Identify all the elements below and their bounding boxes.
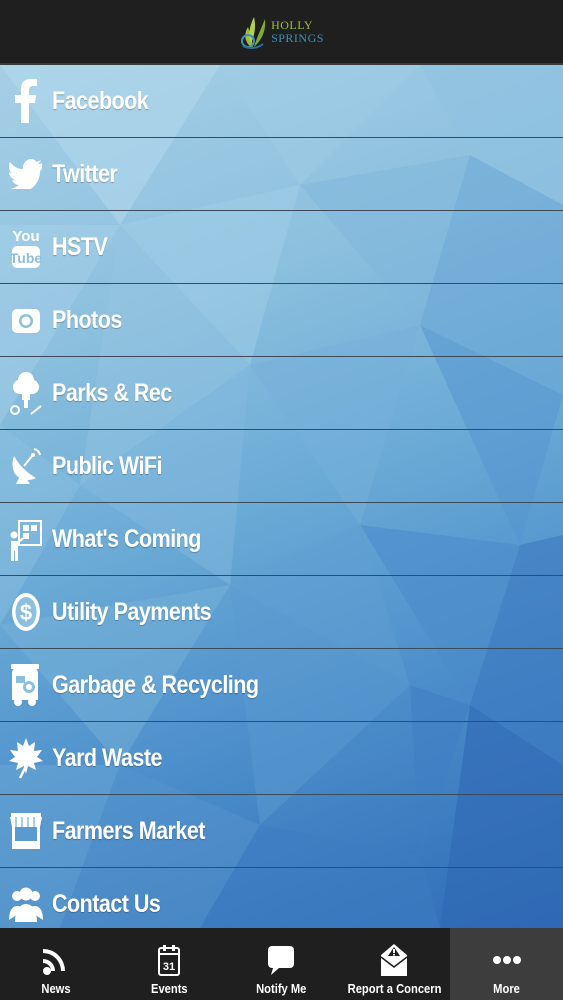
tab-events[interactable]: 31 Events <box>113 928 226 1000</box>
dollar-coin-icon: $ <box>8 590 44 634</box>
people-icon <box>8 882 44 926</box>
facebook-icon <box>8 79 44 123</box>
market-stall-icon <box>8 809 44 853</box>
menu-item-yard-waste[interactable]: Yard Waste <box>0 722 563 795</box>
svg-text:Tube: Tube <box>11 250 41 266</box>
svg-text:$: $ <box>20 600 32 625</box>
menu-item-garbage-recycling[interactable]: Garbage & Recycling <box>0 649 563 722</box>
menu-item-label: Photos <box>52 305 122 334</box>
menu-item-label: HSTV <box>52 232 108 261</box>
menu-item-label: Utility Payments <box>52 597 212 626</box>
tab-report-a-concern[interactable]: Report a Concern <box>338 928 451 1000</box>
menu-item-label: Facebook <box>52 86 149 115</box>
tab-news[interactable]: News <box>0 928 113 1000</box>
tab-label: Notify Me <box>256 981 307 996</box>
menu-item-facebook[interactable]: Facebook <box>0 65 563 138</box>
menu-item-whats-coming[interactable]: What's Coming <box>0 503 563 576</box>
calendar-day: 31 <box>163 961 175 973</box>
presentation-icon <box>8 517 44 561</box>
tab-label: Report a Concern <box>347 981 441 996</box>
envelope-warning-icon <box>380 939 408 981</box>
tree-icon <box>8 371 44 415</box>
menu-item-label: Yard Waste <box>52 743 162 772</box>
holly-springs-logo[interactable]: HOLLY SPRINGS <box>239 13 324 51</box>
logo-line-holly: HOLLY <box>271 17 314 32</box>
leaf-icon <box>8 736 44 780</box>
youtube-icon: You Tube <box>8 225 44 269</box>
menu-panel: Facebook Twitter You Tube HSTV Photos Pa… <box>0 65 563 928</box>
menu-item-label: Farmers Market <box>52 816 205 845</box>
camera-icon <box>8 298 44 342</box>
more-dots-icon <box>492 939 521 981</box>
twitter-icon <box>8 152 44 196</box>
app-header: HOLLY SPRINGS <box>0 0 563 65</box>
menu-item-label: What's Coming <box>52 524 201 553</box>
menu-item-photos[interactable]: Photos <box>0 284 563 357</box>
chat-bubble-icon <box>267 939 295 981</box>
menu-item-label: Public WiFi <box>52 451 163 480</box>
menu-item-parks-rec[interactable]: Parks & Rec <box>0 357 563 430</box>
garbage-truck-icon <box>8 663 44 707</box>
menu-item-label: Garbage & Recycling <box>52 670 259 699</box>
menu-item-utility-payments[interactable]: $ Utility Payments <box>0 576 563 649</box>
menu-list: Facebook Twitter You Tube HSTV Photos Pa… <box>0 65 563 928</box>
logo-text: HOLLY SPRINGS <box>271 17 324 45</box>
tab-label: Events <box>150 981 188 996</box>
calendar-icon: 31 <box>157 939 180 981</box>
logo-line-springs: SPRINGS <box>271 30 324 45</box>
satellite-dish-icon <box>8 444 44 488</box>
rss-icon <box>43 939 69 981</box>
tab-label: News <box>41 981 71 996</box>
logo-leaf-icon <box>241 16 266 49</box>
tab-label: More <box>493 981 521 996</box>
menu-item-label: Twitter <box>52 159 118 188</box>
menu-item-hstv[interactable]: You Tube HSTV <box>0 211 563 284</box>
menu-item-farmers-market[interactable]: Farmers Market <box>0 795 563 868</box>
menu-item-contact-us[interactable]: Contact Us <box>0 868 563 928</box>
tab-notify-me[interactable]: Notify Me <box>225 928 338 1000</box>
svg-text:You: You <box>12 228 39 245</box>
menu-item-label: Contact Us <box>52 889 161 918</box>
tab-more[interactable]: More <box>450 928 563 1000</box>
menu-item-public-wifi[interactable]: Public WiFi <box>0 430 563 503</box>
menu-item-twitter[interactable]: Twitter <box>0 138 563 211</box>
menu-item-label: Parks & Rec <box>52 378 172 407</box>
bottom-tab-bar: News 31 Events Notify Me Report a Concer… <box>0 928 563 1000</box>
